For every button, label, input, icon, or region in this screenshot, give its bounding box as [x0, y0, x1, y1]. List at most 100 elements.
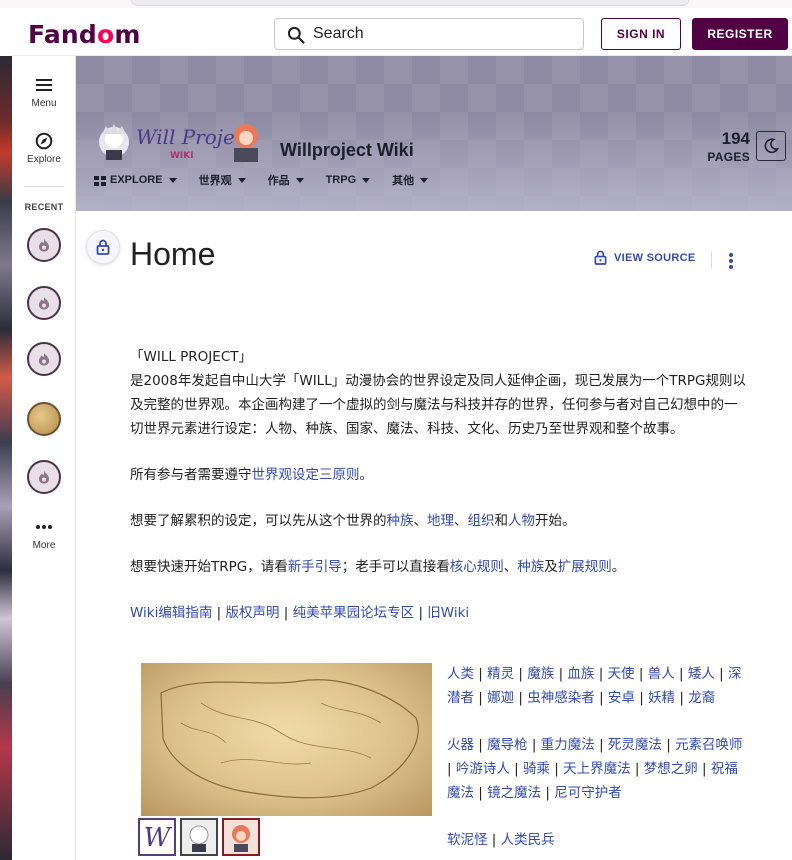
category-link-0-6[interactable]: 矮人	[688, 666, 715, 682]
fandom-flame-icon	[39, 239, 49, 252]
nav-worldview[interactable]: 世界观	[199, 172, 246, 188]
category-link-0-1[interactable]: 精灵	[487, 666, 514, 682]
fandom-logo[interactable]: Fandom	[28, 20, 141, 49]
footer-link-3[interactable]: 旧Wiki	[427, 605, 469, 621]
thumbnail-will-logo[interactable]: W	[138, 818, 176, 856]
thumbnail-character-2[interactable]	[222, 818, 260, 856]
address-bar[interactable]	[130, 0, 690, 6]
pipe-separator: |	[487, 832, 501, 848]
pipe-separator: |	[634, 666, 648, 682]
nav-other[interactable]: 其他	[392, 172, 429, 188]
page-actions-menu[interactable]	[726, 251, 736, 271]
rules-text-end: 。	[359, 467, 374, 483]
link-races[interactable]: 种族	[387, 513, 414, 529]
theme-toggle-button[interactable]	[756, 131, 786, 161]
pipe-separator: |	[279, 605, 293, 621]
sign-in-button[interactable]: SIGN IN	[601, 18, 681, 50]
search-box[interactable]	[274, 18, 584, 50]
category-link-0-9[interactable]: 虫神感染者	[527, 690, 595, 706]
character-avatar-icon	[189, 825, 209, 852]
kebab-dot-icon	[729, 253, 733, 257]
category-link-1-3[interactable]: 死灵魔法	[608, 737, 662, 753]
footer-link-2[interactable]: 纯美苹果园论坛专区	[293, 605, 415, 621]
trpg-paragraph: 想要快速开始TRPG，请看新手引导；老手可以直接看核心规则、种族及扩展规则。	[130, 555, 750, 579]
toolbar-separator	[711, 252, 712, 268]
separator: 、	[503, 559, 518, 575]
recent-wiki-4[interactable]	[27, 402, 61, 436]
chevron-down-icon	[168, 177, 177, 183]
link-characters[interactable]: 人物	[508, 513, 535, 529]
explore-button[interactable]: Explore	[12, 132, 76, 165]
category-link-1-1[interactable]: 魔导枪	[487, 737, 528, 753]
nav-works[interactable]: 作品	[268, 172, 304, 188]
community-sidebar: Menu Explore RECENT More	[12, 56, 76, 860]
footer-link-1[interactable]: 版权声明	[226, 605, 280, 621]
category-link-2-1[interactable]: 人类民兵	[501, 832, 555, 848]
nav-explore[interactable]: EXPLORE	[94, 172, 177, 188]
category-link-1-8[interactable]: 梦想之卵	[644, 761, 698, 777]
link-three-principles[interactable]: 世界观设定三原则	[252, 467, 360, 483]
wiki-header: Will Project WIKI Willproject Wiki 194 P…	[76, 56, 792, 211]
hamburger-icon	[36, 79, 52, 91]
protected-page-badge[interactable]	[86, 230, 120, 264]
category-link-1-11[interactable]: 尼可守护者	[554, 785, 622, 801]
pipe-separator: |	[509, 761, 523, 777]
rules-text: 所有参与者需要遵守	[130, 467, 252, 483]
world-map-image[interactable]	[141, 663, 432, 816]
pipe-separator: |	[474, 690, 488, 706]
category-link-1-0[interactable]: 火器	[447, 737, 474, 753]
link-organizations[interactable]: 组织	[468, 513, 495, 529]
pipe-separator: |	[594, 690, 608, 706]
view-source-button[interactable]: VIEW SOURCE	[594, 250, 696, 265]
link-group-monsters: 软泥怪 | 人类民兵	[447, 828, 747, 852]
register-button[interactable]: REGISTER	[692, 18, 788, 50]
svg-text:WIKI: WIKI	[170, 151, 194, 161]
nav-trpg[interactable]: TRPG	[326, 172, 371, 188]
svg-text:W: W	[144, 823, 172, 852]
recent-wiki-1[interactable]	[27, 228, 61, 262]
wiki-logo[interactable]: Will Project WIKI	[96, 116, 266, 164]
search-input[interactable]	[313, 23, 573, 45]
menu-button[interactable]: Menu	[12, 76, 76, 109]
link-extended-rules[interactable]: 扩展规则	[558, 559, 612, 575]
link-beginner-guide[interactable]: 新手引导	[288, 559, 342, 575]
recent-wiki-5[interactable]	[27, 460, 61, 494]
more-button[interactable]: More	[12, 518, 76, 551]
category-link-0-10[interactable]: 安卓	[608, 690, 635, 706]
category-link-2-0[interactable]: 软泥怪	[447, 832, 488, 848]
search-icon	[287, 26, 305, 44]
category-link-0-11[interactable]: 妖精	[648, 690, 675, 706]
category-link-0-8[interactable]: 娜迦	[487, 690, 514, 706]
nav-explore-label: EXPLORE	[110, 174, 163, 186]
category-link-1-5[interactable]: 吟游诗人	[456, 761, 510, 777]
category-link-1-10[interactable]: 镜之魔法	[487, 785, 541, 801]
wiki-name[interactable]: Willproject Wiki	[280, 140, 414, 161]
pipe-separator: |	[549, 761, 564, 777]
category-link-0-3[interactable]: 血族	[567, 666, 594, 682]
recent-wiki-2[interactable]	[27, 286, 61, 320]
pages-counter: 194 PAGES	[707, 130, 750, 166]
link-group-races: 人类 | 精灵 | 魔族 | 血族 | 天使 | 兽人 | 矮人 | 深潜者 |…	[447, 662, 747, 710]
separator: 和	[494, 513, 509, 529]
link-core-rules[interactable]: 核心规则	[450, 559, 504, 575]
character-avatar-icon	[232, 825, 250, 852]
link-trpg-races[interactable]: 种族	[517, 559, 544, 575]
thumbnail-character-1[interactable]	[180, 818, 218, 856]
recent-wiki-3[interactable]	[27, 342, 61, 376]
page-title: Home	[130, 236, 216, 272]
category-link-0-5[interactable]: 兽人	[648, 666, 675, 682]
category-link-1-4[interactable]: 元素召唤师	[675, 737, 743, 753]
category-link-0-4[interactable]: 天使	[608, 666, 635, 682]
category-link-1-2[interactable]: 重力魔法	[541, 737, 595, 753]
pipe-separator: |	[661, 737, 676, 753]
category-link-0-12[interactable]: 龙裔	[688, 690, 715, 706]
link-geography[interactable]: 地理	[427, 513, 454, 529]
pipe-separator: |	[474, 666, 488, 682]
footer-link-0[interactable]: Wiki编辑指南	[130, 605, 212, 621]
category-link-0-0[interactable]: 人类	[447, 666, 474, 682]
pipe-separator: |	[414, 605, 428, 621]
category-link-0-2[interactable]: 魔族	[527, 666, 554, 682]
intro-paragraph: 是2008年发起自中山大学「WILL」动漫协会的世界设定及同人延伸企画，现已发展…	[130, 373, 746, 437]
category-link-1-7[interactable]: 天上界魔法	[563, 761, 631, 777]
category-link-1-6[interactable]: 骑乘	[523, 761, 550, 777]
